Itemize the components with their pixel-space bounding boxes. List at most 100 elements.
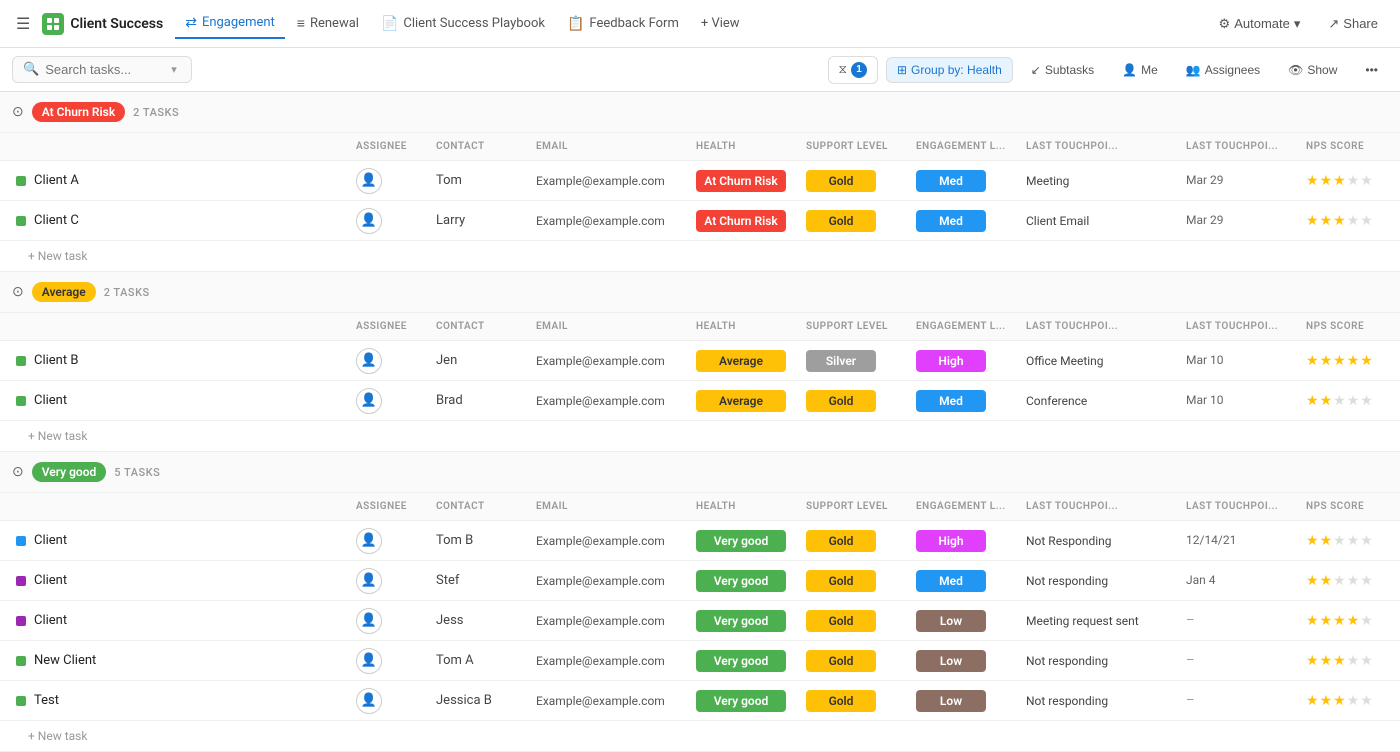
- task-dot: [16, 216, 26, 226]
- search-dropdown-icon[interactable]: ▾: [171, 63, 177, 76]
- task-label: Client: [34, 533, 67, 548]
- last-date: Mar 10: [1186, 393, 1224, 407]
- column-header-8: LAST TOUCHPOI...: [1182, 499, 1302, 514]
- share-button[interactable]: ↗ Share: [1318, 11, 1388, 37]
- tab-add-view[interactable]: + View: [691, 10, 750, 37]
- column-header-2: CONTACT: [432, 139, 532, 154]
- table-row[interactable]: Client B 👤 Jen Example@example.com Avera…: [0, 341, 1400, 381]
- column-header-3: EMAIL: [532, 499, 692, 514]
- touchpoint-cell: Client Email: [1022, 212, 1182, 230]
- star-filled: ★: [1333, 173, 1346, 189]
- star-filled: ★: [1320, 213, 1333, 229]
- tab-feedback[interactable]: 📋 Feedback Form: [557, 10, 689, 38]
- health-cell: Very good: [692, 648, 802, 674]
- renewal-icon: ≡: [297, 15, 305, 32]
- health-badge: Very good: [696, 610, 786, 632]
- touchpoint-cell: Conference: [1022, 392, 1182, 410]
- touchpoint-cell: Not responding: [1022, 692, 1182, 710]
- nps-cell: ★★★★★: [1302, 651, 1400, 671]
- feedback-icon: 📋: [567, 16, 584, 32]
- table-header: ASSIGNEECONTACTEMAILHEALTHSUPPORT LEVELE…: [0, 493, 1400, 521]
- task-name: Client A: [12, 171, 352, 190]
- health-cell: At Churn Risk: [692, 168, 802, 194]
- collapse-icon[interactable]: ⊙: [12, 284, 24, 300]
- column-header-7: LAST TOUCHPOI...: [1022, 139, 1182, 154]
- nps-cell: ★★★★★: [1302, 211, 1400, 231]
- star-filled: ★: [1333, 353, 1346, 369]
- subtasks-icon: ↙: [1031, 63, 1041, 77]
- engagement-badge: Low: [916, 690, 986, 712]
- automate-button[interactable]: ⚙ Automate ▾: [1209, 11, 1311, 37]
- column-header-9: NPS SCORE: [1302, 139, 1400, 154]
- hamburger-menu[interactable]: ☰: [12, 10, 34, 37]
- engagement-cell: High: [912, 528, 1022, 554]
- health-cell: Very good: [692, 568, 802, 594]
- touchpoint-date-cell: –: [1182, 691, 1302, 710]
- contact-cell: Jen: [432, 351, 532, 370]
- star-filled: ★: [1306, 613, 1319, 629]
- avatar: 👤: [356, 688, 382, 714]
- me-button[interactable]: 👤 Me: [1112, 58, 1168, 82]
- column-header-1: ASSIGNEE: [352, 319, 432, 334]
- star-empty: ★: [1360, 393, 1373, 409]
- star-filled: ★: [1320, 173, 1333, 189]
- nps-cell: ★★★★★: [1302, 691, 1400, 711]
- assignees-button[interactable]: 👥 Assignees: [1176, 58, 1270, 82]
- touchpoint-cell: Not Responding: [1022, 532, 1182, 550]
- task-label: Client A: [34, 173, 79, 188]
- star-filled: ★: [1347, 613, 1360, 629]
- table-row[interactable]: Client 👤 Stef Example@example.com Very g…: [0, 561, 1400, 601]
- new-task-button[interactable]: + New task: [0, 241, 1400, 271]
- collapse-icon[interactable]: ⊙: [12, 104, 24, 120]
- tab-playbook[interactable]: 📄 Client Success Playbook: [371, 10, 555, 38]
- nps-cell: ★★★★★: [1302, 351, 1400, 371]
- touchpoint-date-cell: 12/14/21: [1182, 531, 1302, 550]
- table-row[interactable]: Test 👤 Jessica B Example@example.com Ver…: [0, 681, 1400, 721]
- contact-cell: Jess: [432, 611, 532, 630]
- automate-icon: ⚙: [1219, 16, 1231, 32]
- table-row[interactable]: Client 👤 Jess Example@example.com Very g…: [0, 601, 1400, 641]
- star-filled: ★: [1306, 213, 1319, 229]
- filter-icon: ⧖: [839, 62, 847, 77]
- touchpoint-date-cell: –: [1182, 651, 1302, 670]
- tab-engagement[interactable]: ⇄ Engagement: [175, 9, 285, 39]
- table-row[interactable]: Client C 👤 Larry Example@example.com At …: [0, 201, 1400, 241]
- avatar: 👤: [356, 168, 382, 194]
- table-row[interactable]: Client A 👤 Tom Example@example.com At Ch…: [0, 161, 1400, 201]
- star-filled: ★: [1306, 573, 1319, 589]
- touchpoint-date-cell: Mar 10: [1182, 391, 1302, 410]
- star-filled: ★: [1320, 393, 1333, 409]
- table-row[interactable]: Client 👤 Tom B Example@example.com Very …: [0, 521, 1400, 561]
- star-filled: ★: [1306, 353, 1319, 369]
- task-name: Client: [12, 531, 352, 550]
- column-header-8: LAST TOUCHPOI...: [1182, 139, 1302, 154]
- health-cell: Average: [692, 388, 802, 414]
- collapse-icon[interactable]: ⊙: [12, 464, 24, 480]
- no-date: –: [1186, 613, 1195, 628]
- group-section-very-good: ⊙ Very good 5 TASKS ASSIGNEECONTACTEMAIL…: [0, 452, 1400, 752]
- table-row[interactable]: New Client 👤 Tom A Example@example.com V…: [0, 641, 1400, 681]
- engagement-badge: Low: [916, 610, 986, 632]
- email-cell: Example@example.com: [532, 532, 692, 550]
- show-button[interactable]: 👁 Show: [1278, 58, 1347, 82]
- subtasks-button[interactable]: ↙ Subtasks: [1021, 58, 1104, 82]
- search-input[interactable]: [45, 62, 165, 77]
- table-row[interactable]: Client 👤 Brad Example@example.com Averag…: [0, 381, 1400, 421]
- search-box[interactable]: 🔍 ▾: [12, 56, 192, 83]
- filter-button[interactable]: ⧖ 1: [828, 56, 878, 84]
- health-badge: Average: [696, 350, 786, 372]
- filter-badge: 1: [851, 62, 867, 78]
- support-badge: Gold: [806, 170, 876, 192]
- app-name: Client Success: [70, 16, 163, 32]
- new-task-button[interactable]: + New task: [0, 421, 1400, 451]
- group-section-average: ⊙ Average 2 TASKS ASSIGNEECONTACTEMAILHE…: [0, 272, 1400, 452]
- engagement-cell: Low: [912, 688, 1022, 714]
- touchpoint-cell: Not responding: [1022, 572, 1182, 590]
- tab-renewal[interactable]: ≡ Renewal: [287, 9, 369, 38]
- group-by-button[interactable]: ⊞ Group by: Health: [886, 57, 1013, 83]
- more-options-button[interactable]: •••: [1355, 58, 1388, 82]
- star-filled: ★: [1306, 393, 1319, 409]
- new-task-button[interactable]: + New task: [0, 721, 1400, 751]
- contact-cell: Stef: [432, 571, 532, 590]
- touchpoint-cell: Meeting request sent: [1022, 612, 1182, 630]
